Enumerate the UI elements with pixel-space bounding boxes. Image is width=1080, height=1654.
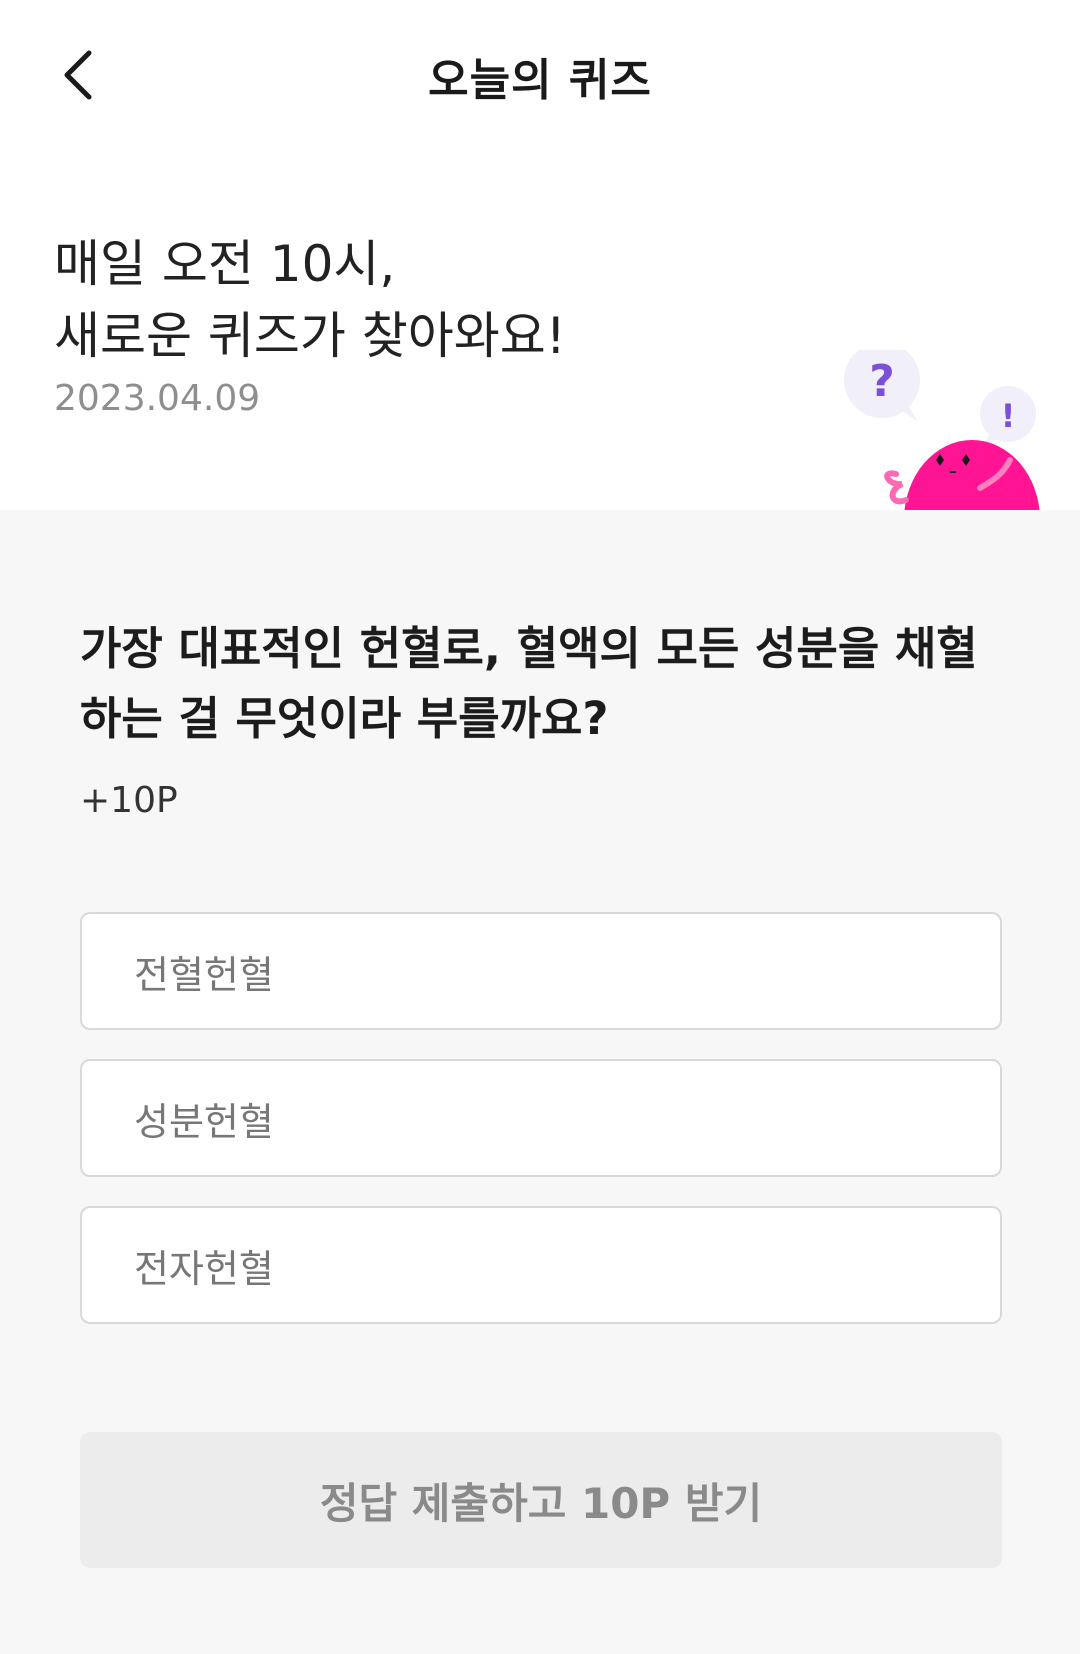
- question-line-1: 가장 대표적인 헌혈로, 혈액의 모든 성분을 채혈: [80, 622, 978, 675]
- answer-option-label: 성분헌혈: [134, 1099, 274, 1144]
- intro-line-2: 새로운 퀴즈가 찾아와요!: [54, 307, 566, 365]
- answer-option-label: 전혈헌혈: [134, 952, 274, 997]
- intro-line-1: 매일 오전 10시,: [54, 235, 396, 293]
- top-section: 오늘의 퀴즈 매일 오전 10시, 새로운 퀴즈가 찾아와요! 2023.04.…: [0, 0, 1080, 510]
- submit-answer-button[interactable]: 정답 제출하고 10P 받기: [80, 1432, 1002, 1568]
- app-header: 오늘의 퀴즈: [0, 0, 1080, 150]
- intro-text: 매일 오전 10시, 새로운 퀴즈가 찾아와요!: [54, 228, 566, 372]
- answer-option-1[interactable]: 전혈헌혈: [80, 912, 1002, 1030]
- page-title: 오늘의 퀴즈: [428, 55, 652, 106]
- answer-option-3[interactable]: 전자헌혈: [80, 1206, 1002, 1324]
- points-reward: +10P: [80, 780, 178, 821]
- submit-button-label: 정답 제출하고 10P 받기: [319, 1478, 763, 1528]
- quiz-question: 가장 대표적인 헌혈로, 혈액의 모든 성분을 채혈 하는 걸 무엇이라 부를까…: [80, 614, 1010, 754]
- question-mark: ?: [869, 356, 895, 407]
- quiz-date: 2023.04.09: [54, 378, 261, 419]
- answer-option-label: 전자헌혈: [134, 1246, 274, 1291]
- question-line-2: 하는 걸 무엇이라 부를까요?: [80, 692, 609, 745]
- answer-option-2[interactable]: 성분헌혈: [80, 1059, 1002, 1177]
- exclamation-mark: !: [1001, 397, 1016, 435]
- mascot-illustration: ? !: [840, 350, 1040, 510]
